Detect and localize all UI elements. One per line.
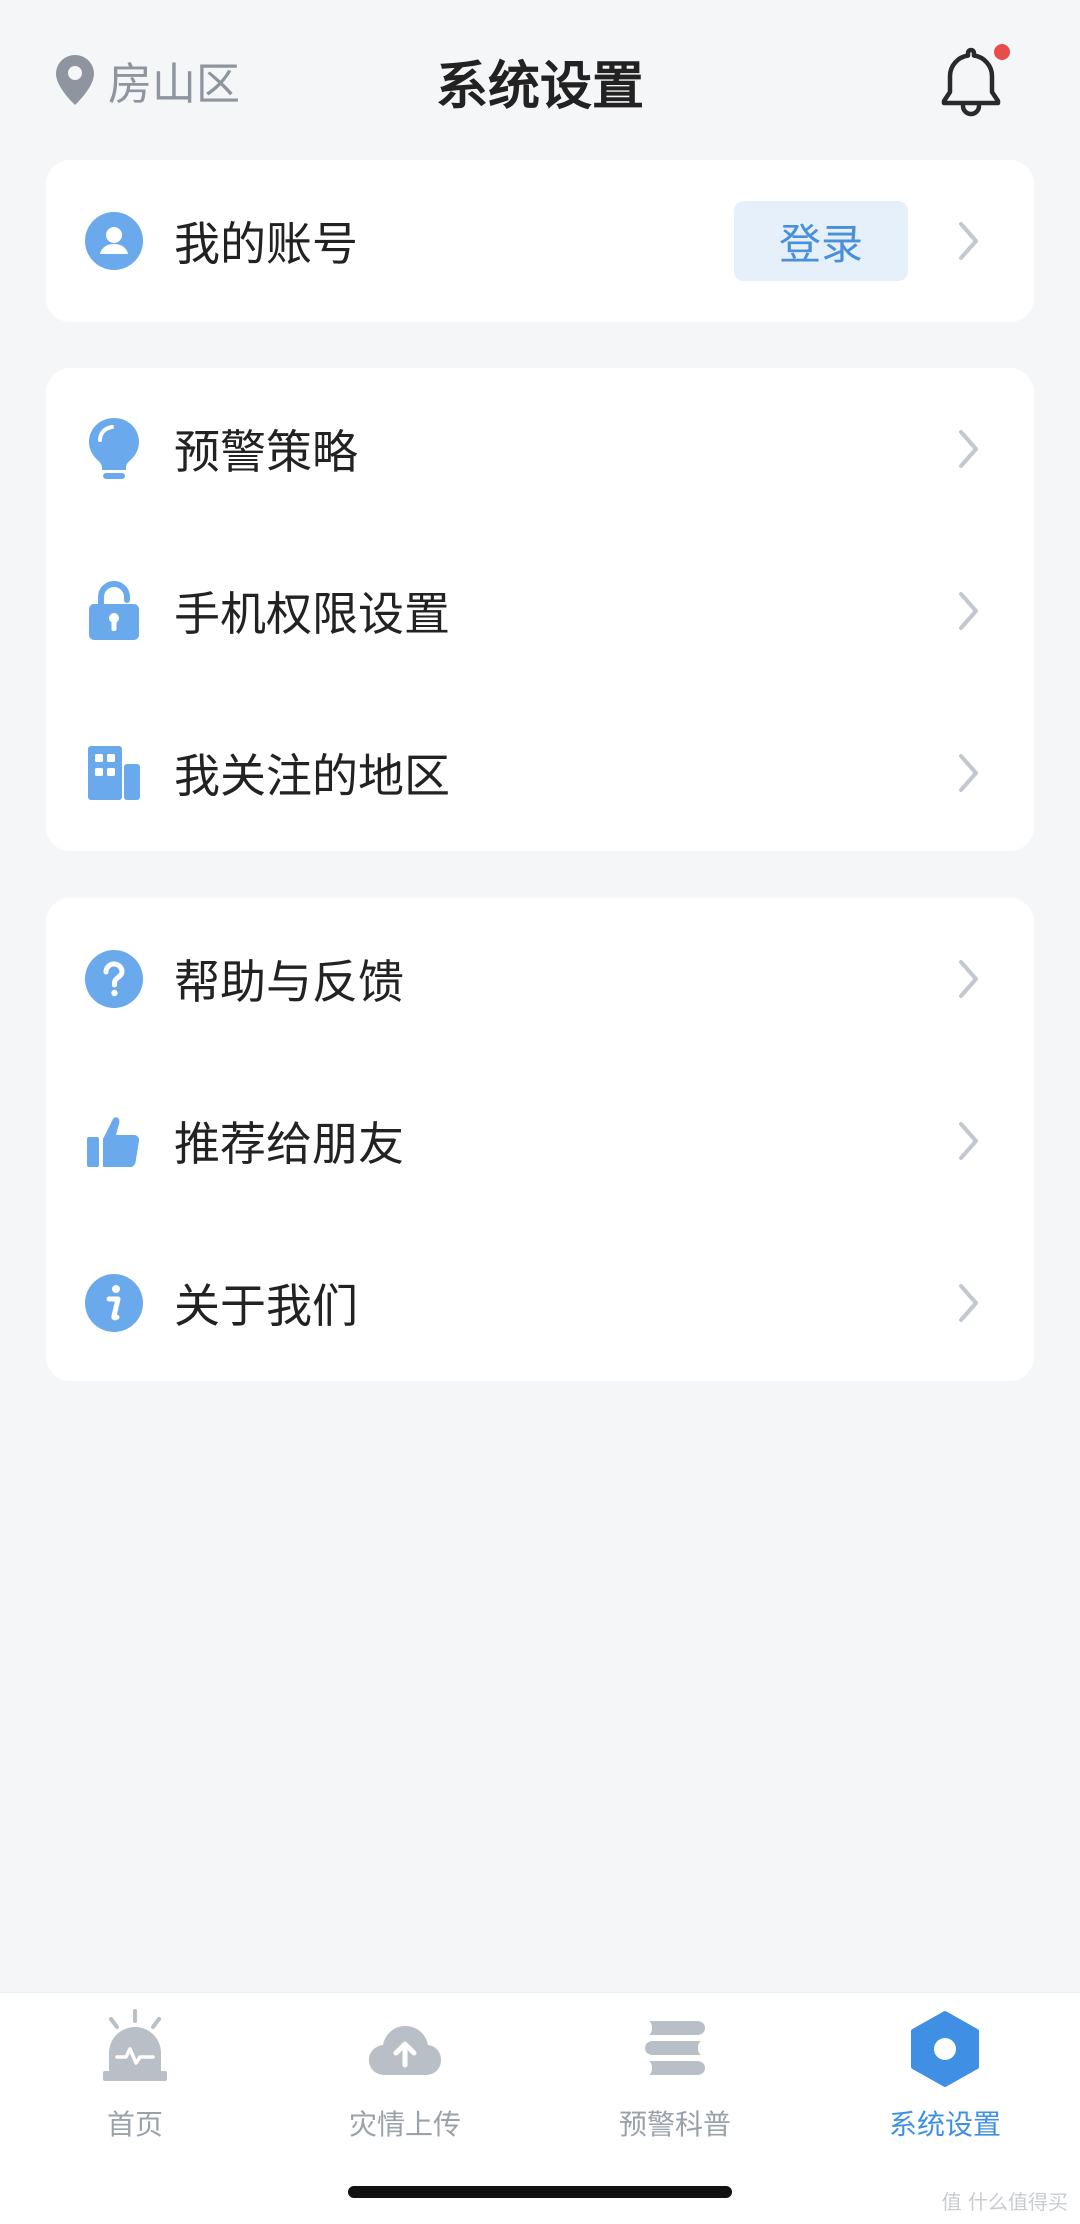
login-button[interactable]: 登录 (734, 201, 908, 281)
info-icon (84, 1273, 144, 1333)
chevron-right-icon (959, 592, 978, 630)
help-icon (84, 949, 144, 1009)
notification-badge (994, 44, 1010, 60)
lock-icon (84, 580, 144, 641)
warning-strategy-row[interactable]: 预警策略 (46, 368, 1034, 530)
top-bar: 房山区 系统设置 (0, 0, 1080, 160)
tab-system-settings-label: 系统设置 (888, 2108, 1001, 2141)
tab-home[interactable]: 首页 (0, 2007, 270, 2143)
chevron-right-icon (959, 960, 978, 998)
recommend-friends-row[interactable]: 推荐给朋友 (46, 1060, 1034, 1222)
watermark: 值 什么值得买 (941, 2190, 1068, 2214)
phone-permission-row[interactable]: 手机权限设置 (46, 530, 1034, 692)
home-indicator (348, 2186, 732, 2198)
followed-regions-label: 我关注的地区 (174, 749, 450, 803)
help-feedback-label: 帮助与反馈 (174, 955, 404, 1009)
settings-group-2: 帮助与反馈 推荐给朋友 关于我们 (46, 898, 1034, 1381)
my-account-row[interactable]: 我的账号 登录 (46, 160, 1034, 322)
my-account-label: 我的账号 (174, 217, 358, 271)
chevron-right-icon (959, 1284, 978, 1322)
tab-home-label: 首页 (106, 2108, 163, 2141)
help-feedback-row[interactable]: 帮助与反馈 (46, 898, 1034, 1060)
followed-regions-row[interactable]: 我关注的地区 (46, 692, 1034, 854)
warning-strategy-label: 预警策略 (174, 425, 358, 479)
tab-warning-science[interactable]: 预警科普 (540, 2007, 810, 2143)
siren-icon (103, 2009, 167, 2081)
chevron-right-icon (959, 754, 978, 792)
user-icon (84, 211, 144, 271)
recommend-friends-label: 推荐给朋友 (174, 1117, 404, 1171)
cloud-upload-icon (369, 2026, 441, 2075)
tab-disaster-upload-label: 灾情上传 (348, 2108, 461, 2141)
lightbulb-icon (84, 418, 144, 479)
settings-group-1: 预警策略 手机权限设置 我关注的地区 (46, 368, 1034, 851)
thumbs-up-icon (84, 1111, 144, 1171)
chevron-right-icon (959, 222, 978, 260)
account-card: 我的账号 登录 (46, 160, 1034, 322)
notification-button[interactable] (940, 42, 1010, 117)
tab-warning-science-label: 预警科普 (618, 2108, 731, 2141)
tab-system-settings[interactable]: 系统设置 (810, 2007, 1080, 2143)
building-icon (84, 743, 144, 803)
tab-disaster-upload[interactable]: 灾情上传 (270, 2007, 540, 2143)
about-us-label: 关于我们 (174, 1279, 358, 1333)
about-us-row[interactable]: 关于我们 (46, 1222, 1034, 1384)
settings-hexagon-icon (911, 2011, 979, 2087)
phone-permission-label: 手机权限设置 (174, 587, 450, 641)
books-icon (645, 2021, 705, 2075)
chevron-right-icon (959, 430, 978, 468)
page-title: 系统设置 (435, 57, 644, 117)
bell-icon (941, 47, 1001, 117)
chevron-right-icon (959, 1122, 978, 1160)
